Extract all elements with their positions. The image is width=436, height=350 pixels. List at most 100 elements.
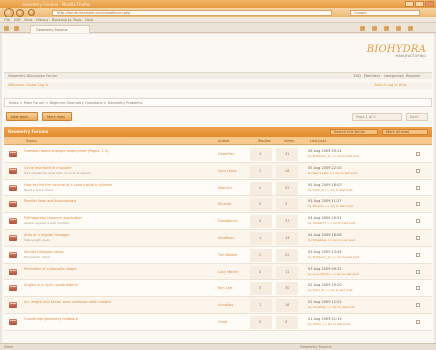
topic-title[interactable]: How to find the volume of a cone inside … (24, 183, 112, 187)
topic-author[interactable]: Omar (218, 320, 228, 324)
topic-checkbox[interactable] (416, 252, 420, 257)
topic-title[interactable]: Pythagorean theorem application (24, 216, 83, 220)
menu-view[interactable]: View (24, 18, 32, 22)
site-logo[interactable]: BIOHYDRA MANUFACTURING (367, 44, 426, 58)
col-topics[interactable]: Topics (26, 139, 37, 143)
topic-checkbox[interactable] (416, 168, 420, 173)
bookmark-icon[interactable] (14, 26, 19, 31)
link-register[interactable]: Register (406, 74, 420, 78)
col-views[interactable]: Views (284, 139, 294, 143)
topic-row[interactable]: How to find the volume of a cone inside … (4, 179, 432, 197)
topic-title[interactable]: Parallel lines and transversals (24, 199, 76, 203)
topic-last-post-by[interactable]: by Tutor_B >> Go to last post (308, 288, 353, 292)
link-members[interactable]: Members (364, 74, 380, 78)
user-links[interactable]: Search Log in Help (374, 83, 407, 87)
topic-checkbox[interactable] (416, 219, 420, 224)
col-replies[interactable]: Replies (258, 139, 271, 143)
topic-author[interactable]: Tim Bakker (218, 253, 238, 257)
tools-icon[interactable] (372, 26, 377, 31)
topic-last-post-by[interactable]: by Professor_G >> Go to last post (308, 255, 359, 259)
topic-checkbox[interactable] (416, 286, 420, 291)
forward-icon[interactable] (16, 9, 24, 17)
close-button[interactable] (425, 1, 434, 7)
menu-file[interactable]: File (4, 18, 10, 22)
replies-cell: 4 (250, 215, 272, 229)
replies-cell: 0 (250, 265, 272, 279)
col-author[interactable]: Author (218, 139, 230, 143)
minimize-button[interactable] (405, 1, 414, 7)
topic-title[interactable]: Area of a regular hexagon (24, 233, 70, 237)
page-icon[interactable] (360, 26, 365, 31)
topic-checkbox[interactable] (416, 185, 420, 190)
menu-help[interactable]: Help (85, 18, 93, 22)
topic-last-post-by[interactable]: by Lucy Martin >> Go to last post (308, 272, 359, 276)
menu-edit[interactable]: Edit (14, 18, 21, 22)
settings-icon[interactable] (396, 26, 401, 31)
topic-title[interactable]: Similar triangles ratios (24, 250, 64, 254)
topic-author[interactable]: DavidJones (218, 219, 237, 223)
link-usergroups[interactable]: Usergroups (384, 74, 404, 78)
topic-author[interactable]: AnnaKay (218, 303, 233, 307)
print-icon[interactable] (384, 26, 389, 31)
next-page-button[interactable]: Next (406, 113, 428, 121)
mark-all-read-button[interactable]: Mark all read (382, 129, 428, 135)
topic-row[interactable]: Circle inscribed in a square Hint needed … (4, 162, 432, 180)
welcome-text[interactable]: Welcome: Guest Log in (8, 83, 48, 87)
topic-checkbox[interactable] (416, 319, 420, 324)
new-topic-button[interactable]: New topic (6, 112, 38, 121)
menu-tools[interactable]: Tools (73, 18, 82, 22)
topic-title[interactable]: Coordinate geometry midpoint (24, 317, 78, 321)
topic-author[interactable]: Ricardo (218, 202, 231, 206)
topic-last-post-by[interactable]: by NinaRoss >> Go to last post (308, 238, 355, 242)
topic-row[interactable]: Parallel lines and transversals Ricardo 0 9… (4, 196, 432, 214)
menu-history[interactable]: History (36, 18, 48, 22)
menu-bookmarks[interactable]: Bookmarks (52, 18, 72, 22)
topic-checkbox[interactable] (416, 303, 420, 308)
topic-last-post-by[interactable]: by Tutor_B >> Go to last post (308, 188, 353, 192)
help-icon[interactable] (408, 26, 413, 31)
topic-title[interactable]: Question about triangle angle proof (Pag… (24, 149, 109, 153)
topic-row[interactable]: Arc length and sector area confusion wit… (4, 297, 432, 314)
mark-read-button[interactable]: Mark read (42, 112, 72, 121)
topic-row[interactable]: Area of a regular hexagon Side length giv… (4, 229, 432, 247)
topic-checkbox[interactable] (416, 202, 420, 207)
search-input[interactable]: Google (350, 10, 420, 16)
topic-last-post-by[interactable]: by Professor_G >> Go to last post (308, 154, 359, 158)
topic-row[interactable]: Similar triangles ratios Homework check Ti… (4, 246, 432, 264)
topic-author[interactable]: NinaRoss (218, 236, 234, 240)
reload-icon[interactable] (28, 9, 35, 16)
topic-checkbox[interactable] (416, 235, 420, 240)
topic-last-post-by[interactable]: by Ricardo >> Go to last post (308, 204, 353, 208)
topic-checkbox[interactable] (416, 152, 420, 156)
topic-author[interactable]: Ben Lee (218, 286, 232, 290)
topic-last-post-by[interactable]: by Omar >> Go to last post (308, 322, 350, 326)
topic-row[interactable]: Pythagorean theorem application Ladder ag… (4, 213, 432, 230)
topic-title[interactable]: Circle inscribed in a square (24, 166, 71, 170)
topic-row[interactable]: Perimeter of composite shape Lucy Martin 0… (4, 263, 432, 281)
home-icon[interactable] (4, 26, 9, 31)
pagination[interactable]: Page 1 of 5 (352, 113, 402, 121)
topic-title[interactable]: Perimeter of composite shape (24, 267, 77, 271)
topic-author[interactable]: MathGrl (218, 186, 232, 190)
col-last-post[interactable]: Last post (310, 139, 326, 143)
topic-author[interactable]: GeomFan (218, 152, 234, 156)
topic-author[interactable]: Lucy Martin (218, 270, 238, 274)
breadcrumb-text[interactable]: Index > Main Forum > Beginner Geometry Q… (9, 101, 142, 105)
tab-geometry-forums[interactable]: Geometry Forums (30, 25, 90, 33)
topic-author[interactable]: Sam Lewis (218, 169, 237, 173)
maximize-button[interactable] (415, 1, 424, 7)
topic-row[interactable]: Question about triangle angle proof (Pag… (4, 146, 432, 163)
topic-row[interactable]: Coordinate geometry midpoint Omar 0 8 01 Aug… (4, 313, 432, 331)
topic-row[interactable]: Angles in a cyclic quadrilateral Ben Lee 3… (4, 280, 432, 298)
topic-title[interactable]: Angles in a cyclic quadrilateral (24, 283, 78, 287)
topic-last-post-by[interactable]: by AnnaKay >> Go to last post (308, 305, 355, 309)
topic-last-post-by[interactable]: by Sam Lewis >> Go to last post (308, 171, 357, 175)
topic-checkbox[interactable] (416, 269, 420, 274)
topic-last-post-date: 04 Aug 2009 16:08 (308, 232, 342, 237)
link-faq[interactable]: FAQ (354, 74, 361, 78)
topic-last-post-by[interactable]: by Helper77 >> Go to last post (308, 221, 355, 225)
address-input[interactable]: http://forum.example.com/viewforum.php (52, 10, 332, 16)
replies-cell: 1 (250, 231, 272, 245)
search-forum-button[interactable]: Search this forum (330, 129, 378, 135)
topic-title[interactable]: Arc length and sector area confusion wit… (24, 300, 111, 304)
